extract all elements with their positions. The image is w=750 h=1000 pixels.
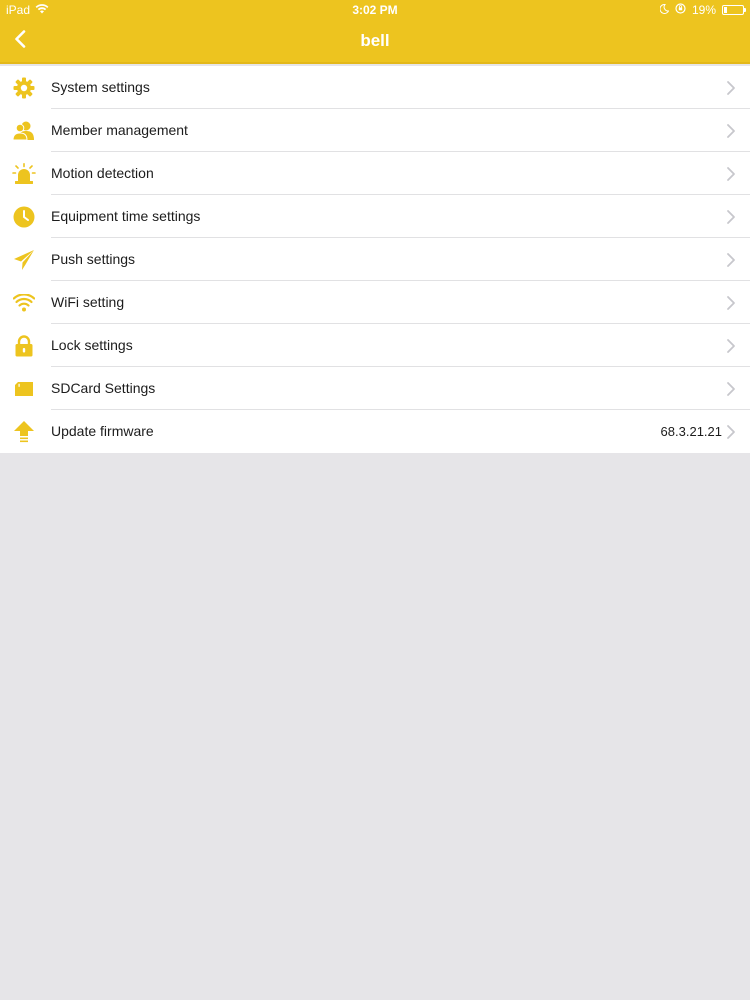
paper-plane-icon [12,248,36,272]
settings-row-push[interactable]: Push settings [0,238,750,281]
chevron-right-icon [726,252,736,268]
lock-icon [12,334,36,358]
settings-list: System settings Member management Motion… [0,66,750,453]
settings-row-label: System settings [51,79,150,95]
settings-row-sdcard[interactable]: SDCard Settings [0,367,750,410]
chevron-right-icon [726,80,736,96]
top-bar: iPad 3:02 PM 19% bell [0,0,750,64]
settings-row-update-firmware[interactable]: Update firmware 68.3.21.21 [0,410,750,453]
alarm-icon [12,162,36,186]
chevron-right-icon [726,381,736,397]
settings-row-lock[interactable]: Lock settings [0,324,750,367]
chevron-right-icon [726,295,736,311]
clock-icon [12,205,36,229]
settings-row-label: Motion detection [51,165,154,181]
settings-row-motion-detection[interactable]: Motion detection [0,152,750,195]
settings-row-label: Member management [51,122,188,138]
moon-icon [659,3,670,17]
upload-arrow-icon [12,420,36,444]
battery-percent: 19% [691,3,716,17]
battery-level [724,7,728,13]
sd-card-icon [12,377,36,401]
chevron-right-icon [726,424,736,440]
rotation-lock-icon [675,3,686,17]
status-right: 19% [659,3,746,17]
chevron-right-icon [726,123,736,139]
chevron-right-icon [726,166,736,182]
settings-row-label: Update firmware [51,423,154,439]
page-title: bell [360,31,390,50]
firmware-version: 68.3.21.21 [660,424,722,439]
settings-row-member-management[interactable]: Member management [0,109,750,152]
chevron-right-icon [726,338,736,354]
gear-icon [12,76,36,100]
status-time: 3:02 PM [352,3,398,17]
status-bar: iPad 3:02 PM 19% [0,0,750,20]
settings-row-equipment-time[interactable]: Equipment time settings [0,195,750,238]
settings-row-label: SDCard Settings [51,380,156,396]
settings-row-label: WiFi setting [51,294,125,310]
settings-row-wifi[interactable]: WiFi setting [0,281,750,324]
settings-row-system[interactable]: System settings [0,66,750,109]
settings-row-label: Push settings [51,251,136,267]
battery-icon [722,5,746,15]
settings-row-label: Lock settings [51,337,133,353]
chevron-right-icon [726,209,736,225]
settings-row-label: Equipment time settings [51,208,201,224]
wifi-icon [12,291,36,315]
members-icon [12,119,36,143]
navigation-bar: bell [0,20,750,62]
